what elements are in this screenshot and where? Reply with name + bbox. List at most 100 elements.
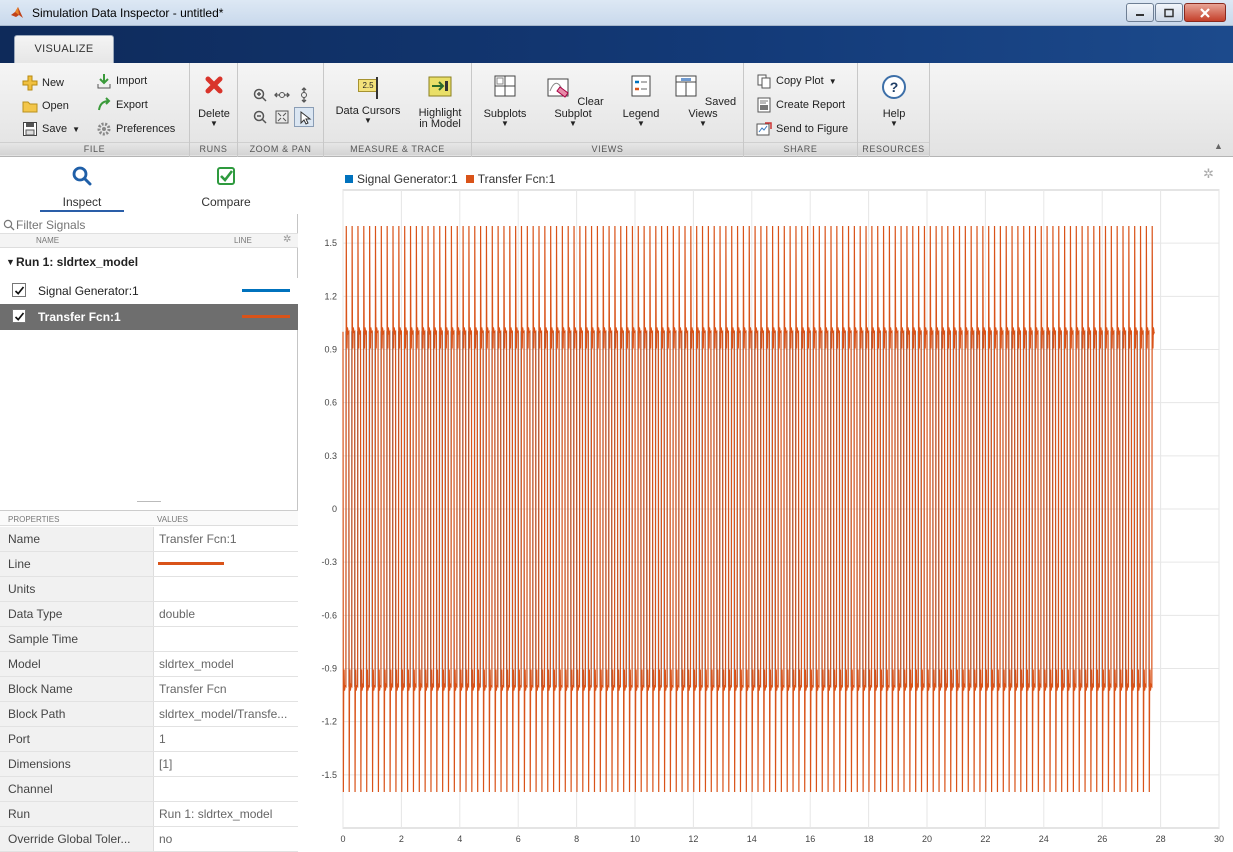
open-button[interactable]: Open: [22, 98, 69, 114]
x-tick-label: 26: [1097, 834, 1107, 844]
subplots-dropdown-icon: ▼: [501, 119, 509, 128]
plot-panel: 0 2 4 6 8 10 12 14 16 18 20 22 24 26 28 30 1.5 1.2 0.9 0.6 0…: [299, 158, 1233, 852]
signal-table-header: NAME LINE ✲: [0, 234, 298, 248]
panel-splitter-handle[interactable]: [137, 501, 161, 503]
saved-views-button[interactable]: Saved Views ▼: [668, 73, 738, 128]
signal-checkbox[interactable]: [12, 283, 26, 297]
mode-tabs: Inspect Compare: [0, 158, 298, 214]
highlight-in-model-icon: [428, 76, 452, 97]
property-row: Model sldrtex_model: [0, 652, 298, 677]
create-report-button[interactable]: Create Report: [756, 97, 845, 113]
help-button[interactable]: ? Help ▼: [870, 73, 918, 128]
property-value[interactable]: no: [155, 827, 298, 851]
window-title: Simulation Data Inspector - untitled*: [32, 6, 224, 20]
line-style-swatch[interactable]: [158, 562, 224, 565]
property-value[interactable]: Transfer Fcn: [155, 677, 298, 701]
property-row: Block Name Transfer Fcn: [0, 677, 298, 702]
save-button[interactable]: Save ▼: [22, 121, 80, 137]
highlight-label-line2: in Model: [419, 118, 461, 130]
close-button[interactable]: [1184, 3, 1226, 22]
checkmark-icon: [14, 286, 25, 295]
property-name: Channel: [0, 777, 154, 801]
properties-panel: PROPERTIES VALUES Name Transfer Fcn:1 Line…: [0, 510, 298, 852]
tab-visualize[interactable]: VISUALIZE: [14, 35, 114, 63]
filter-signals-input[interactable]: [16, 217, 286, 233]
run-group-row[interactable]: ▼ Run 1: sldrtex_model: [0, 252, 298, 274]
property-name: Port: [0, 727, 154, 751]
property-value[interactable]: 1: [155, 727, 298, 751]
save-label: Save: [42, 123, 68, 135]
tab-inspect[interactable]: Inspect: [40, 160, 124, 212]
preferences-button[interactable]: Preferences: [96, 121, 175, 137]
fit-to-view-icon[interactable]: [274, 109, 290, 125]
send-to-figure-button[interactable]: Send to Figure: [756, 121, 848, 137]
property-value[interactable]: [155, 577, 298, 601]
checkmark-icon: [14, 312, 25, 321]
tab-compare[interactable]: Compare: [184, 160, 268, 212]
expand-triangle-icon[interactable]: ▼: [6, 257, 15, 267]
signal-row-selected[interactable]: Transfer Fcn:1: [0, 304, 298, 330]
legend-item: Signal Generator:1: [345, 172, 458, 186]
highlight-in-model-button[interactable]: Highlight in Model: [416, 73, 464, 130]
minimize-icon: [1136, 13, 1144, 16]
maximize-button[interactable]: [1155, 3, 1183, 22]
property-value[interactable]: sldrtex_model/Transfe...: [155, 702, 298, 726]
property-name: Data Type: [0, 602, 154, 626]
data-cursors-button[interactable]: 2.5 Data Cursors ▼: [330, 73, 406, 125]
property-name: Block Name: [0, 677, 154, 701]
cursor-mode-button[interactable]: [294, 107, 314, 127]
cursor-value-badge: 2.5: [358, 79, 378, 92]
signal-row[interactable]: Signal Generator:1: [0, 278, 298, 304]
signal-checkbox[interactable]: [12, 309, 26, 323]
table-settings-gear-icon[interactable]: ✲: [283, 234, 291, 245]
inspect-label: Inspect: [62, 195, 102, 209]
zoom-pan-section: ZOOM & PAN: [238, 63, 324, 157]
share-section: Copy Plot ▼ Create Report Send to Figure…: [744, 63, 858, 157]
left-panel: Inspect Compare NAME LINE ✲ ▼ Run 1: sld…: [0, 158, 298, 852]
resources-section-label: RESOURCES: [858, 142, 929, 155]
property-value[interactable]: [1]: [155, 752, 298, 776]
property-value[interactable]: sldrtex_model: [155, 652, 298, 676]
property-value[interactable]: [155, 777, 298, 801]
copy-plot-button[interactable]: Copy Plot ▼: [756, 73, 837, 89]
x-tick-label: 4: [457, 834, 462, 844]
y-tick-label: -0.3: [321, 557, 337, 567]
signal-plot[interactable]: 0 2 4 6 8 10 12 14 16 18 20 22 24 26 28 301.51.20.90.60…: [299, 158, 1233, 852]
y-tick-label: 1.2: [324, 291, 337, 301]
delete-button[interactable]: Delete ▼: [194, 73, 234, 128]
property-row: Dimensions [1]: [0, 752, 298, 777]
x-tick-label: 6: [516, 834, 521, 844]
y-tick-label: -1.2: [321, 717, 337, 727]
legend-item: Transfer Fcn:1: [465, 172, 555, 186]
zoom-x-icon[interactable]: [274, 87, 290, 103]
legend-button[interactable]: Legend ▼: [616, 73, 666, 128]
y-tick-label: -1.5: [321, 770, 337, 780]
clear-subplot-button[interactable]: Clear Subplot ▼: [536, 73, 610, 128]
property-value[interactable]: [155, 627, 298, 651]
property-value[interactable]: double: [155, 602, 298, 626]
column-line-header: LINE: [234, 236, 252, 245]
zoom-in-icon[interactable]: [252, 87, 268, 103]
property-value[interactable]: [155, 552, 298, 576]
zoom-out-icon[interactable]: [252, 109, 268, 125]
property-name: Run: [0, 802, 154, 826]
collapse-toolstrip-icon[interactable]: ▲: [1214, 141, 1223, 151]
property-value[interactable]: Transfer Fcn:1: [155, 527, 298, 551]
copy-plot-dropdown-icon: ▼: [828, 76, 837, 86]
export-button[interactable]: Export: [96, 97, 148, 113]
signal-line-swatch[interactable]: [242, 315, 290, 318]
properties-header: PROPERTIES VALUES: [0, 510, 298, 526]
property-row: Name Transfer Fcn:1: [0, 527, 298, 552]
measure-trace-section-label: MEASURE & TRACE: [324, 142, 471, 155]
property-value[interactable]: Run 1: sldrtex_model: [155, 802, 298, 826]
minimize-button[interactable]: [1126, 3, 1154, 22]
zoom-y-icon[interactable]: [296, 87, 312, 103]
new-button[interactable]: New: [22, 75, 64, 91]
x-tick-label: 22: [980, 834, 990, 844]
plot-legend: Signal Generator:1 Transfer Fcn:1: [345, 172, 563, 186]
runs-section: Delete ▼ RUNS: [190, 63, 238, 157]
signal-line-swatch[interactable]: [242, 289, 290, 292]
subplots-button[interactable]: Subplots ▼: [478, 73, 532, 128]
import-button[interactable]: Import: [96, 73, 147, 89]
plot-settings-gear-icon[interactable]: ✲: [1203, 166, 1214, 182]
